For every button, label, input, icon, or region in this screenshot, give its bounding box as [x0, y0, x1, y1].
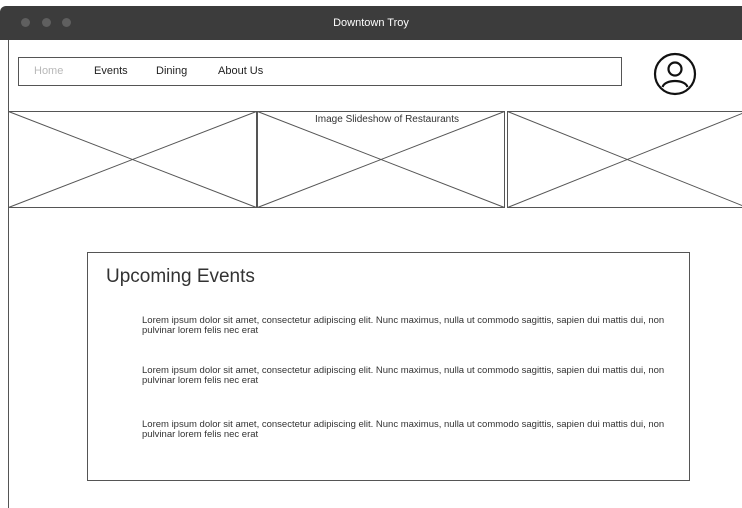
- slide-image-placeholder: [257, 111, 505, 208]
- event-description: Lorem ipsum dolor sit amet, consectetur …: [142, 365, 665, 386]
- title-bar: Downtown Troy: [0, 6, 742, 40]
- slide-image-placeholder: [8, 111, 257, 208]
- user-circle-icon: [653, 52, 697, 96]
- slide-image-placeholder: [507, 111, 742, 208]
- window-title: Downtown Troy: [333, 17, 409, 29]
- restaurant-slideshow[interactable]: Image Slideshow of Restaurants: [8, 111, 742, 208]
- event-description: Lorem ipsum dolor sit amet, consectetur …: [142, 419, 665, 440]
- main-nav: Home Events Dining About Us: [18, 57, 622, 86]
- nav-item-home[interactable]: Home: [34, 58, 63, 85]
- image-placeholder-icon: [257, 111, 505, 208]
- nav-item-about-us[interactable]: About Us: [218, 58, 263, 85]
- upcoming-events-heading: Upcoming Events: [106, 266, 255, 287]
- event-description: Lorem ipsum dolor sit amet, consectetur …: [142, 315, 665, 336]
- nav-item-dining[interactable]: Dining: [156, 58, 187, 85]
- slideshow-caption: Image Slideshow of Restaurants: [315, 114, 459, 125]
- user-account-icon[interactable]: [653, 52, 697, 96]
- nav-item-events[interactable]: Events: [94, 58, 128, 85]
- browser-window: Downtown Troy Home Events Dining About U…: [0, 0, 742, 508]
- upcoming-events-panel: Upcoming Events Lorem ipsum dolor sit am…: [87, 252, 690, 481]
- image-placeholder-icon: [8, 111, 257, 208]
- image-placeholder-icon: [507, 111, 742, 208]
